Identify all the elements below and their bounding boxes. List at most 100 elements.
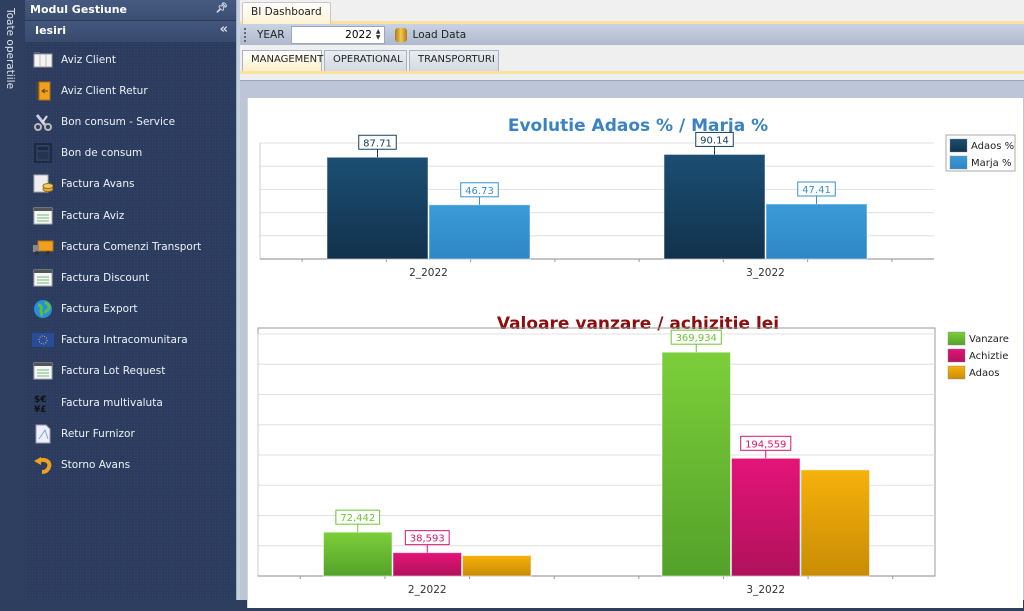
currency-icon: $€ ¥£ xyxy=(32,393,54,413)
svg-text:¥£: ¥£ xyxy=(34,405,47,413)
sidebar-item-label: Factura Discount xyxy=(61,271,150,284)
sidebar-header: Modul Gestiune 📌︎ xyxy=(25,0,236,21)
sidebar-item-label: Factura Comenzi Transport xyxy=(61,240,202,253)
sidebar-item[interactable]: Retur Furnizor xyxy=(25,418,236,449)
bar-adaos xyxy=(326,156,429,260)
sidebar-item[interactable]: Aviz Client xyxy=(25,44,236,75)
dashboard-content: Evolutie Adaos % / Marja % 2_2022 87.71 46… xyxy=(240,80,1024,608)
year-spin-input[interactable]: 2022 ▲ ▼ xyxy=(290,25,385,44)
legend-swatch xyxy=(947,365,966,380)
pin-icon[interactable]: 📌︎ xyxy=(215,3,228,14)
legend-swatch xyxy=(949,138,968,153)
sidebar-item[interactable]: Factura Avans xyxy=(25,169,236,200)
bar-adaos xyxy=(800,469,870,577)
sidebar-item-label: Bon consum - Service xyxy=(61,115,176,128)
document-return-icon xyxy=(32,424,54,444)
toolbar: YEAR 2022 ▲ ▼ Load Data xyxy=(240,24,1024,45)
bar-marja xyxy=(765,203,868,260)
year-value[interactable]: 2022 xyxy=(345,29,372,41)
chart1-adaos-marja: 2_2022 87.71 46.73 3_2022 90.14 47.41 Adaos % M… xyxy=(259,131,1016,279)
data-label: 46.73 xyxy=(465,186,494,197)
charts-panel: Evolutie Adaos % / Marja % 2_2022 87.71 46… xyxy=(247,98,1023,608)
sidebar-group-title: Iesiri xyxy=(35,24,67,37)
sidebar-item[interactable]: Storno Avans xyxy=(25,449,236,480)
data-label: 47.41 xyxy=(802,185,831,196)
legend-swatch xyxy=(947,331,966,346)
sidebar-item[interactable]: Factura Aviz xyxy=(25,200,236,231)
data-label: 90.14 xyxy=(700,135,729,146)
sidebar-item-label: Factura multivaluta xyxy=(61,396,163,409)
bar-achiztie xyxy=(731,457,801,577)
bar-vanzare xyxy=(323,531,393,577)
sidebar-item-label: Factura Export xyxy=(61,303,138,316)
legend-label: Marja % xyxy=(971,158,1011,169)
sidebar-item[interactable]: Factura Export xyxy=(25,294,236,325)
spin-buttons[interactable]: ▲ ▼ xyxy=(376,28,381,41)
sidebar-item[interactable]: Bon de consum xyxy=(25,138,236,169)
data-label: 87.71 xyxy=(363,138,392,149)
sidebar-item-label: Aviz Client xyxy=(61,53,116,66)
bar-adaos xyxy=(462,555,532,577)
year-label: YEAR xyxy=(257,28,285,41)
svg-text:$€: $€ xyxy=(34,395,47,405)
legend-label: Adaos % xyxy=(971,141,1014,152)
data-label: 38,593 xyxy=(410,534,445,545)
tab-bi-dashboard[interactable]: BI Dashboard xyxy=(242,2,331,24)
sidebar-item[interactable]: Factura Comenzi Transport xyxy=(25,231,236,262)
sidebar-item-list: Aviz Client Aviz Client Retur Bon consum -… xyxy=(25,42,236,481)
legend-swatch xyxy=(947,348,966,363)
data-label: 194,559 xyxy=(745,439,786,450)
sidebar-item-label: Storno Avans xyxy=(61,459,131,472)
calculator-icon xyxy=(32,143,54,164)
wrench-icon xyxy=(32,112,54,132)
chart2-title: Valoare vanzare / achizitie lei xyxy=(497,314,779,334)
sidebar-item[interactable]: Bon consum - Service xyxy=(25,106,236,137)
undo-arrow-icon xyxy=(32,455,54,475)
sidebar-group-header[interactable]: Iesiri « xyxy=(25,21,236,42)
globe-icon xyxy=(32,299,54,319)
sidebar-item-label: Aviz Client Retur xyxy=(61,84,148,97)
data-label: 369,934 xyxy=(676,333,717,344)
legend-swatch xyxy=(949,155,968,170)
legend-label: Achiztie xyxy=(969,351,1008,362)
sidebar-item-label: Bon de consum xyxy=(61,147,143,160)
data-label: 72,442 xyxy=(340,513,375,524)
collapse-icon[interactable]: « xyxy=(220,22,228,37)
eu-flag-icon xyxy=(32,330,54,350)
x-tick-label: 3_2022 xyxy=(746,584,785,596)
return-door-icon xyxy=(32,81,54,101)
tab-management[interactable]: MANAGEMENT xyxy=(242,50,323,71)
all-operations-strip[interactable]: Toate operatiile xyxy=(0,0,24,600)
x-tick-label: 2_2022 xyxy=(408,584,447,596)
tab-operational[interactable]: OPERATIONAL xyxy=(324,50,407,71)
legend: Adaos % Marja % xyxy=(945,134,1016,172)
sidebar-item-label: Factura Aviz xyxy=(61,209,125,222)
sidebar-item-label: Factura Lot Request xyxy=(61,365,166,378)
bar-adaos xyxy=(663,153,766,260)
toolbar-grip[interactable] xyxy=(244,27,247,42)
sidebar-item[interactable]: Factura Discount xyxy=(25,262,236,293)
tab-transporturi[interactable]: TRANSPORTURI xyxy=(409,50,499,71)
sidebar: Modul Gestiune 📌︎ Iesiri « Aviz Client Av… xyxy=(25,0,236,600)
invoice-list-icon xyxy=(32,206,54,226)
invoice-list-icon xyxy=(32,268,54,288)
sidebar-item[interactable]: Factura Intracomunitara xyxy=(25,325,236,356)
document-tab-strip: BI Dashboard xyxy=(240,0,1024,24)
legend-label: Adaos xyxy=(969,368,999,379)
spin-down-icon[interactable]: ▼ xyxy=(376,34,381,41)
bar-marja xyxy=(428,204,531,260)
chart2-vanzare-achizitie: 2_2022 72,442 38,593 3_2022 369,934 194,559 Va… xyxy=(257,327,1009,596)
dashboard-tab-strip: MANAGEMENT OPERATIONAL TRANSPORTURI xyxy=(240,49,1024,74)
charts-canvas: Evolutie Adaos % / Marja % 2_202287.7146… xyxy=(257,116,1016,596)
x-tick-label: 3_2022 xyxy=(746,267,785,279)
bar-vanzare xyxy=(661,351,731,577)
legend-label: Vanzare xyxy=(969,334,1009,345)
sidebar-item[interactable]: $€ ¥£ Factura multivaluta xyxy=(25,387,236,418)
all-operations-label[interactable]: Toate operatiile xyxy=(4,8,16,89)
sidebar-item[interactable]: Aviz Client Retur xyxy=(25,75,236,106)
sidebar-item-label: Retur Furnizor xyxy=(61,427,135,440)
sidebar-item[interactable]: Factura Lot Request xyxy=(25,356,236,387)
sidebar-title: Modul Gestiune xyxy=(30,3,127,16)
database-icon xyxy=(394,27,407,42)
load-data-button[interactable]: Load Data xyxy=(394,27,466,42)
